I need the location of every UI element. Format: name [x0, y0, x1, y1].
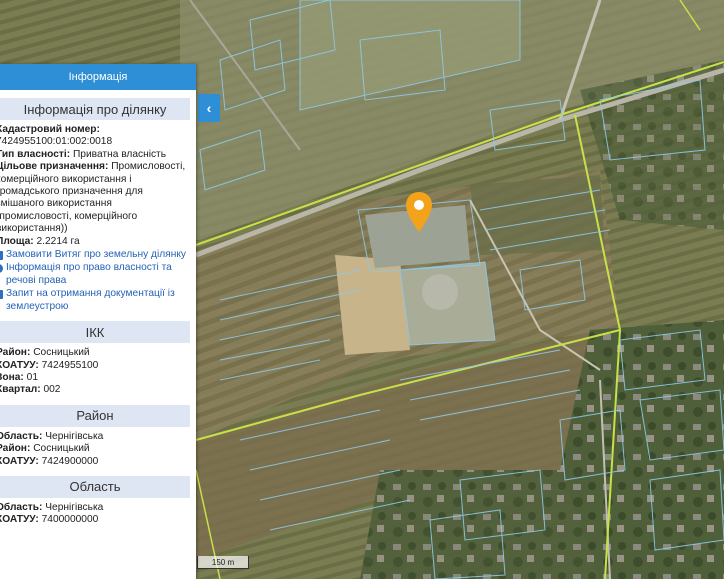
document-icon	[0, 251, 3, 261]
oblast-section-header: Область	[0, 475, 190, 498]
oblast-oblast-row: Область: Чернігівська	[0, 502, 190, 514]
oblast-koatuu-label: КОАТУУ:	[0, 514, 39, 526]
ownership-value: Приватна власність	[72, 148, 167, 160]
panel-title: Інформація	[68, 71, 128, 83]
rayon-district-label: Район:	[0, 443, 31, 455]
purpose-row: Цільове призначення: Промисловості, коме…	[0, 161, 190, 235]
ikk-district-row: Район: Сосницький	[0, 347, 190, 359]
ikk-quarter-label: Квартал:	[0, 384, 41, 396]
ikk-district-value: Сосницький	[33, 347, 90, 359]
oblast-koatuu-value: 7400000000	[41, 514, 99, 526]
parcel-info: Кадастровий номер: 7424955100:01:002:001…	[0, 124, 196, 248]
ownership-label: Тип власності:	[0, 148, 71, 160]
area-row: Площа: 2.2214 га	[0, 236, 190, 248]
ikk-info: Район: Сосницький КОАТУУ: 7424955100 Зон…	[0, 347, 196, 397]
chevron-left-icon: ‹	[206, 100, 212, 116]
oblast-oblast-label: Область:	[0, 501, 43, 513]
rayon-section-header: Район	[0, 404, 190, 427]
ikk-district-label: Район:	[0, 347, 31, 359]
rayon-oblast-label: Область:	[0, 430, 43, 442]
info-icon	[0, 264, 3, 274]
parcel-section-title: Інформація про ділянку	[23, 101, 167, 117]
ikk-zone-row: Зона: 01	[0, 372, 190, 384]
ikk-zone-label: Зона:	[0, 371, 24, 383]
purpose-label: Цільове призначення:	[0, 161, 109, 173]
ikk-quarter-value: 002	[43, 384, 61, 396]
rayon-district-value: Сосницький	[33, 443, 90, 455]
ikk-quarter-row: Квартал: 002	[0, 384, 190, 396]
ownership-rights-label[interactable]: Інформація про право власності та речові…	[6, 262, 196, 287]
documentation-request-label[interactable]: Запит на отримання документації із земле…	[6, 288, 196, 313]
ikk-koatuu-value: 7424955100	[41, 359, 99, 371]
document-icon	[0, 290, 3, 300]
ikk-koatuu-row: КОАТУУ: 7424955100	[0, 360, 190, 372]
rayon-koatuu-value: 7424900000	[41, 455, 99, 467]
ownership-rights-link[interactable]: Інформація про право власності та речові…	[0, 262, 196, 287]
ikk-koatuu-label: КОАТУУ:	[0, 359, 39, 371]
parcel-section-header: Інформація про ділянку	[0, 98, 190, 120]
scale-bar: 150 m	[197, 556, 249, 569]
ownership-row: Тип власності: Приватна власність	[0, 149, 190, 161]
oblast-oblast-value: Чернігівська	[45, 501, 104, 513]
cadastral-label-row: Кадастровий номер:	[0, 124, 190, 136]
order-extract-link[interactable]: Замовити Витяг про земельну ділянку	[0, 249, 196, 261]
rayon-koatuu-label: КОАТУУ:	[0, 455, 39, 467]
cadastral-value: 7424955100:01:002:0018	[0, 136, 113, 148]
documentation-request-link[interactable]: Запит на отримання документації із земле…	[0, 288, 196, 313]
ikk-zone-value: 01	[26, 371, 39, 383]
rayon-info: Область: Чернігівська Район: Сосницький …	[0, 431, 196, 468]
cadastral-label: Кадастровий номер:	[0, 124, 100, 135]
area-label: Площа:	[0, 235, 34, 247]
ikk-section-title: ІКК	[85, 324, 105, 340]
oblast-koatuu-row: КОАТУУ: 7400000000	[0, 514, 190, 526]
rayon-oblast-row: Область: Чернігівська	[0, 431, 190, 443]
panel-header: Інформація	[0, 64, 196, 90]
oblast-info: Область: Чернігівська КОАТУУ: 7400000000	[0, 502, 196, 527]
ikk-section-header: ІКК	[0, 321, 190, 344]
rayon-district-row: Район: Сосницький	[0, 443, 190, 455]
order-extract-label[interactable]: Замовити Витяг про земельну ділянку	[6, 249, 186, 261]
collapse-panel-button[interactable]: ‹	[198, 94, 220, 122]
location-marker-icon[interactable]	[406, 192, 432, 232]
rayon-koatuu-row: КОАТУУ: 7424900000	[0, 456, 190, 468]
rayon-section-title: Район	[76, 408, 114, 424]
rayon-oblast-value: Чернігівська	[45, 430, 104, 442]
oblast-section-title: Область	[69, 479, 121, 495]
info-panel: Інформація Інформація про ділянку Кадаст…	[0, 64, 196, 579]
area-value: 2.2214 га	[36, 235, 80, 247]
scale-label: 150 m	[211, 558, 235, 567]
